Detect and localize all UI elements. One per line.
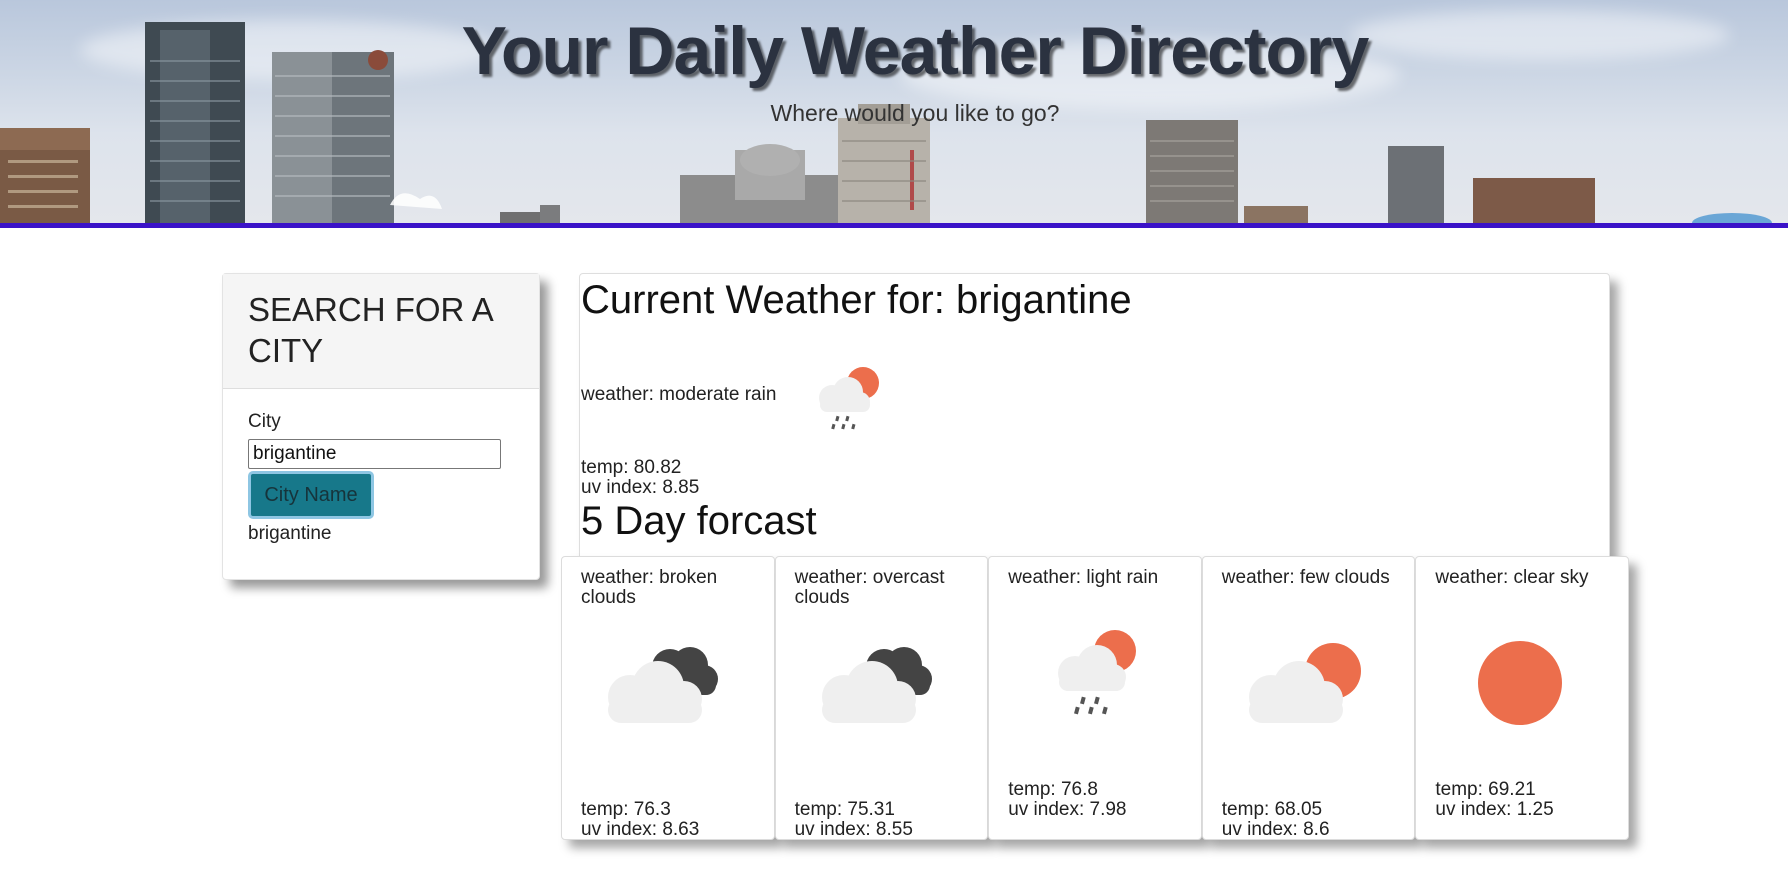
few-clouds-icon [1248,643,1361,723]
forecast-uv-index: uv index: 1.25 [1435,799,1554,820]
forecast-card: weather: broken clouds temp: 76.3 uv ind… [561,556,775,840]
broken-clouds-icon [821,647,932,723]
forecast-weather: weather: light rain [1008,567,1159,588]
forecast-weather: weather: clear sky [1435,567,1589,588]
rain-sun-icon [1058,630,1137,715]
current-weather-description: weather: moderate rain [581,384,777,405]
hero-banner: Your Daily Weather Directory Where would… [0,0,1788,228]
forecast-temp: temp: 69.21 [1435,779,1536,800]
city-search-button[interactable]: City Name [248,471,374,519]
forecast-uv-index: uv index: 8.63 [581,819,700,840]
city-input[interactable] [248,439,501,469]
forecast-stats: temp: 69.21 uv index: 1.25 [1435,780,1553,820]
forecast-temp: temp: 75.31 [794,799,895,820]
forecast-card: weather: clear sky temp: 69.21 uv index:… [1415,556,1629,840]
forecast-uv-index: uv index: 7.98 [1008,799,1127,820]
forecast-card: weather: few clouds temp: 68.05 uv index… [1201,556,1416,840]
search-panel-body: City City Name brigantine [223,389,539,545]
forecast-card: weather: light rain temp: 76.8 uv index:… [988,556,1202,840]
current-weather-title: Current Weather for: brigantine [581,278,1132,322]
forecast-temp: temp: 68.05 [1221,799,1323,820]
city-label: City [248,411,281,432]
rain-sun-icon [819,367,879,430]
search-heading: SEARCH FOR A CITY [248,291,492,369]
search-panel: SEARCH FOR A CITY City City Name brigant… [222,273,540,580]
forecast-stats: temp: 75.31 uv index: 8.55 [795,800,913,840]
forecast-weather: weather: overcast clouds [794,567,945,608]
current-weather-stats: temp: 80.82 uv index: 8.85 [581,458,699,498]
forecast-temp: temp: 76.8 [1008,779,1098,800]
forecast-uv-index: uv index: 8.55 [794,819,913,840]
broken-clouds-icon [608,647,718,723]
forecast-weather: weather: broken clouds [581,567,718,608]
current-temp: temp: 80.82 [581,457,682,478]
forecast-stats: temp: 76.3 uv index: 8.63 [581,800,699,840]
forecast-row: weather: broken clouds temp: 76.3 uv ind… [561,556,1629,842]
page-subtitle: Where would you like to go? [770,100,1060,126]
search-history-item[interactable]: brigantine [248,523,515,545]
page-title: Your Daily Weather Directory [461,13,1370,89]
forecast-uv-index: uv index: 8.6 [1221,819,1330,840]
forecast-stats: temp: 68.05 uv index: 8.6 [1222,800,1330,840]
forecast-weather: weather: few clouds [1221,567,1390,588]
forecast-temp: temp: 76.3 [581,799,671,820]
forecast-card: weather: overcast clouds temp: 75.31 uv … [774,556,989,840]
clear-sky-icon [1478,641,1563,725]
forecast-stats: temp: 76.8 uv index: 7.98 [1008,780,1126,820]
search-panel-header: SEARCH FOR A CITY [223,274,539,389]
current-uv-index: uv index: 8.85 [581,477,700,498]
forecast-title: 5 Day forcast [581,499,817,543]
